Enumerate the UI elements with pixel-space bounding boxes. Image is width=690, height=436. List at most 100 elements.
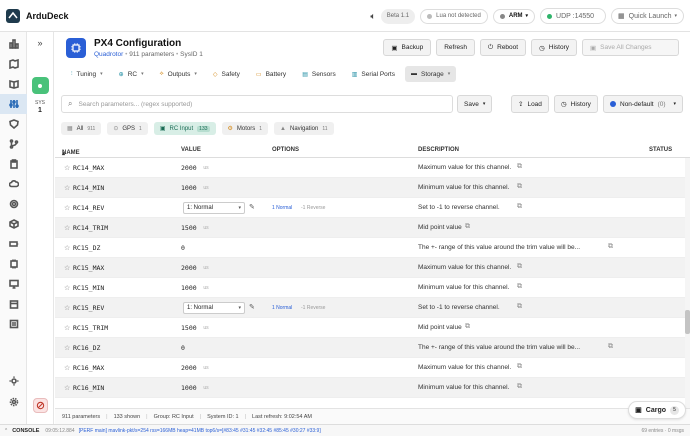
nav-cloud-icon[interactable]: [0, 174, 27, 194]
table-row[interactable]: ☆ RC15_DZ 0 The +- range of this value arou…: [55, 238, 685, 258]
nav-chip-icon[interactable]: [0, 254, 27, 274]
tab-tuning[interactable]: ⫶ Tuning ▾: [65, 66, 109, 82]
nav-parameters-icon[interactable]: [0, 94, 27, 114]
table-row[interactable]: ☆ RC14_TRIM 1500 us Mid point value ⧉: [55, 218, 685, 238]
star-icon[interactable]: ☆: [64, 364, 70, 372]
param-value[interactable]: 0: [181, 344, 185, 352]
star-icon[interactable]: ☆: [64, 224, 70, 232]
option-normal[interactable]: 1 Normal: [272, 205, 292, 211]
table-row[interactable]: ☆ RC15_MAX 2000 us Maximum value for this ch…: [55, 258, 685, 278]
volume-icon[interactable]: 🔈︎: [370, 11, 375, 22]
param-value[interactable]: 2000: [181, 364, 197, 372]
table-row[interactable]: ☆ RC15_REV 1: Normal ▾ ✎ 1 Normal -1 Reverse Se…: [55, 298, 685, 318]
nav-list-icon[interactable]: [0, 314, 27, 334]
table-row[interactable]: ☆ RC15_TRIM 1500 us Mid point value ⧉: [55, 318, 685, 338]
tab-sensors[interactable]: ▤ Sensors: [296, 66, 342, 82]
udp-connection[interactable]: UDP :14550: [540, 8, 607, 24]
external-link-icon[interactable]: ⧉: [465, 223, 470, 231]
cargo-button[interactable]: ▣ Cargo 5: [628, 401, 686, 419]
option-reverse[interactable]: -1 Reverse: [301, 205, 325, 211]
history-filter-button[interactable]: ◷ History: [554, 95, 598, 113]
edit-icon[interactable]: ✎: [249, 203, 255, 211]
value-select[interactable]: 1: Normal ▾: [183, 202, 245, 214]
tab-storage[interactable]: ▬ Storage ▾: [405, 66, 457, 82]
edit-icon[interactable]: ✎: [249, 303, 255, 311]
external-link-icon[interactable]: ⧉: [608, 343, 613, 351]
tab-safety[interactable]: ◇ Safety: [207, 66, 246, 82]
star-icon[interactable]: ☆: [64, 324, 70, 332]
nav-battery-icon[interactable]: [0, 234, 27, 254]
param-value[interactable]: 2000: [181, 264, 197, 272]
external-link-icon[interactable]: ⧉: [517, 203, 522, 211]
external-link-icon[interactable]: ⧉: [517, 383, 522, 391]
star-icon[interactable]: ☆: [64, 264, 70, 272]
nav-box-icon[interactable]: [0, 294, 27, 314]
table-row[interactable]: ☆ RC14_REV 1: Normal ▾ ✎ 1 Normal -1 Reverse Se…: [55, 198, 685, 218]
tab-rc[interactable]: ⊕ RC ▾: [113, 66, 150, 82]
arm-button[interactable]: ARM ▾: [492, 8, 536, 24]
system-status-indicator[interactable]: [31, 77, 49, 94]
table-row[interactable]: ☆ RC14_MAX 2000 us Maximum value for this ch…: [55, 158, 685, 178]
external-link-icon[interactable]: ⧉: [517, 263, 522, 271]
nav-settings-icon[interactable]: [0, 194, 27, 214]
external-link-icon[interactable]: ⧉: [517, 283, 522, 291]
nav-clipboard-icon[interactable]: [0, 154, 27, 174]
nav-cube-icon[interactable]: [0, 214, 27, 234]
search-input[interactable]: ⌕ Search parameters... (regex supported): [61, 95, 453, 113]
non-default-filter[interactable]: Non-default (0) ▾: [603, 95, 683, 113]
emergency-stop-button[interactable]: [33, 398, 48, 413]
value-select[interactable]: 1: Normal ▾: [183, 302, 245, 314]
param-value[interactable]: 1000: [181, 284, 197, 292]
table-row[interactable]: ☆ RC16_MIN 1000 us Minimum value for this ch…: [55, 378, 685, 398]
console-bar[interactable]: ⌃ CONSOLE 09:05:12.884 [PERF main] mavli…: [0, 424, 690, 436]
nav-monitor-icon[interactable]: [0, 274, 27, 294]
external-link-icon[interactable]: ⧉: [608, 243, 613, 251]
chip-rc-input[interactable]: ▣ RC Input 133: [153, 122, 216, 135]
star-icon[interactable]: ☆: [64, 204, 70, 212]
table-row[interactable]: ☆ RC15_MIN 1000 us Minimum value for this ch…: [55, 278, 685, 298]
table-row[interactable]: ☆ RC16_DZ 0 The +- range of this value arou…: [55, 338, 685, 358]
param-value[interactable]: 1500: [181, 224, 197, 232]
table-scrollbar[interactable]: [685, 158, 690, 408]
tab-battery[interactable]: ▭ Battery: [250, 66, 292, 82]
chip-motors[interactable]: ⚙ Motors 1: [221, 122, 269, 135]
nav-sun-icon[interactable]: [0, 371, 27, 391]
star-icon[interactable]: ☆: [64, 244, 70, 252]
save-all-button[interactable]: ▣ Save All Changes: [582, 39, 679, 56]
quick-launch-button[interactable]: ▦ Quick Launch ▾: [611, 8, 684, 24]
param-value[interactable]: 1000: [181, 384, 197, 392]
star-icon[interactable]: ☆: [64, 384, 70, 392]
chip-navigation[interactable]: ▲ Navigation 11: [274, 122, 334, 135]
nav-map-icon[interactable]: [0, 54, 27, 74]
star-icon[interactable]: ☆: [64, 284, 70, 292]
table-row[interactable]: ☆ RC16_MAX 2000 us Maximum value for this ch…: [55, 358, 685, 378]
nav-gear-icon[interactable]: [0, 392, 27, 412]
star-icon[interactable]: ☆: [64, 344, 70, 352]
star-icon[interactable]: ☆: [64, 164, 70, 172]
tab-serial-ports[interactable]: ▥ Serial Ports: [346, 66, 401, 82]
table-row[interactable]: ☆ RC14_MIN 1000 us Minimum value for this ch…: [55, 178, 685, 198]
backup-button[interactable]: ▣ Backup: [383, 39, 432, 56]
refresh-button[interactable]: Refresh: [436, 39, 475, 56]
option-normal[interactable]: 1 Normal: [272, 305, 292, 311]
history-button[interactable]: ◷ History: [531, 39, 577, 56]
tab-outputs[interactable]: ⟡ Outputs ▾: [154, 66, 203, 82]
nav-shield-icon[interactable]: [0, 114, 27, 134]
param-value[interactable]: 1000: [181, 184, 197, 192]
save-button[interactable]: Save ▾: [457, 95, 493, 113]
collapse-icon[interactable]: »: [27, 38, 53, 48]
option-reverse[interactable]: -1 Reverse: [301, 305, 325, 311]
star-icon[interactable]: ☆: [64, 304, 70, 312]
external-link-icon[interactable]: ⧉: [517, 303, 522, 311]
chip-gps[interactable]: ⊙ GPS 1: [107, 122, 148, 135]
external-link-icon[interactable]: ⧉: [517, 183, 522, 191]
param-value[interactable]: 1500: [181, 324, 197, 332]
external-link-icon[interactable]: ⧉: [517, 163, 522, 171]
nav-book-icon[interactable]: [0, 74, 27, 94]
reboot-button[interactable]: ⏻ Reboot: [479, 39, 527, 56]
nav-branch-icon[interactable]: [0, 134, 27, 154]
external-link-icon[interactable]: ⧉: [465, 323, 470, 331]
chip-all[interactable]: ▦ All 911: [61, 122, 102, 135]
param-value[interactable]: 0: [181, 244, 185, 252]
external-link-icon[interactable]: ⧉: [517, 363, 522, 371]
